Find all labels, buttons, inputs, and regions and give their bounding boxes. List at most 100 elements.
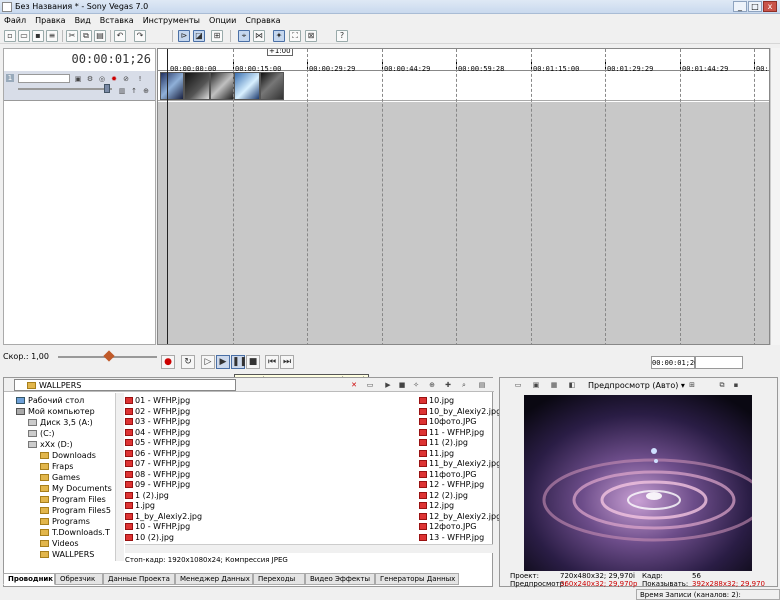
empty-timeline-area[interactable] [158,102,769,344]
open-file-icon[interactable]: ▭ [18,30,30,42]
file-item[interactable]: 06 - WFHP.jpg [125,449,190,458]
file-item[interactable]: 11_by_Alexiy2.jpg [419,459,501,468]
preview-quality-dropdown[interactable]: Предпросмотр (Авто) ▾ [588,381,685,390]
menu-insert[interactable]: Вставка [96,14,139,25]
auto-ripple-icon[interactable]: ✦ [273,30,285,42]
mute-icon[interactable]: ◎ [98,75,106,83]
go-to-start-button[interactable]: ⏮ [265,355,279,369]
tree-item[interactable]: Games [40,473,80,482]
record-button[interactable]: ● [161,355,175,369]
tree-item[interactable]: Fraps [40,462,73,471]
paste-icon[interactable]: ▤ [94,30,106,42]
tree-item[interactable]: (C:) [28,429,55,438]
tree-item[interactable]: Videos [40,539,79,548]
ignore-grouping-icon[interactable]: ⊠ [305,30,317,42]
expand-icon[interactable]: ▣ [74,75,82,83]
file-item[interactable]: 03 - WFHP.jpg [125,417,190,426]
tree-item[interactable]: T.Downloads.T [40,528,110,537]
copy-snapshot-icon[interactable]: ⧉ [718,381,726,389]
tab-trimmer[interactable]: Обрезчик [55,573,103,585]
file-item[interactable]: 11фото.JPG [419,470,476,479]
new-folder-icon[interactable]: ▭ [366,381,374,389]
copy-icon[interactable]: ⧉ [80,30,92,42]
delete-icon[interactable]: ✕ [350,381,358,389]
file-item[interactable]: 10 - WFHP.jpg [125,522,190,531]
media-clip[interactable] [260,72,284,100]
tree-item[interactable]: My Documents [40,484,112,493]
tree-item[interactable]: WALLPERS [40,550,94,559]
properties-icon[interactable]: ≡ [46,30,58,42]
file-item[interactable]: 1 (2).jpg [125,491,169,500]
add-to-project-icon[interactable]: ⊕ [428,381,436,389]
menu-view[interactable]: Вид [71,14,96,25]
tree-item[interactable]: Мой компьютер [16,407,95,416]
file-item[interactable]: 05 - WFHP.jpg [125,438,190,447]
tab-media-manager[interactable]: Менеджер Данных [175,573,253,585]
whats-this-help-icon[interactable]: ? [336,30,348,42]
track-level-knob[interactable] [104,84,110,93]
file-item[interactable]: 01 - WFHP.jpg [125,396,190,405]
envelope-tool-icon[interactable]: ◪ [193,30,205,42]
tab-explorer[interactable]: Проводник [3,573,55,585]
record-arm-icon[interactable]: ✹ [110,75,118,83]
effects-icon[interactable]: ⚙ [86,75,94,83]
folder-tree[interactable]: Рабочий стол Мой компьютер Диск 3,5 (A:)… [4,393,116,561]
close-button[interactable]: x [763,1,777,12]
arrow-up-icon[interactable]: ↑ [130,87,138,95]
menu-edit[interactable]: Правка [31,14,70,25]
tree-item[interactable]: Programs [40,517,90,526]
auto-crossfade-icon[interactable]: ⋈ [253,30,265,42]
file-item[interactable]: 09 - WFHP.jpg [125,480,190,489]
stop-button[interactable]: ■ [246,355,260,369]
media-clip[interactable] [160,72,184,100]
file-item[interactable]: 10.jpg [419,396,454,405]
file-item[interactable]: 04 - WFHP.jpg [125,428,190,437]
compositing-mode-icon[interactable]: ⊕ [142,87,150,95]
menu-file[interactable]: Файл [0,14,31,25]
menu-help[interactable]: Справка [241,14,285,25]
go-to-end-button[interactable]: ⏭ [280,355,294,369]
loop-playback-button[interactable]: ↻ [181,355,195,369]
timeline-vertical-scrollbar[interactable] [770,48,780,345]
track-name-input[interactable] [18,74,70,83]
play-from-start-button[interactable]: ▷ [201,355,215,369]
tree-item[interactable]: xXx (D:) [28,440,73,449]
file-item[interactable]: 10 (2).jpg [125,533,174,542]
snapping-icon[interactable]: ⌖ [238,30,250,42]
pause-button[interactable]: ❚❚ [231,355,247,369]
undo-icon[interactable]: ↶ [114,30,126,42]
speed-knob[interactable] [103,350,115,362]
timeline[interactable]: +1:00 00:00:00;00 00:00:15;00 00:00:29;2… [157,48,770,345]
file-item[interactable]: 11 (2).jpg [419,438,468,447]
time-ruler[interactable]: +1:00 00:00:00;00 00:00:15;00 00:00:29;2… [158,49,769,73]
media-clip[interactable] [184,72,210,100]
file-item[interactable]: 07 - WFHP.jpg [125,459,190,468]
tab-media-generators[interactable]: Генераторы Данных [375,573,459,585]
stop-preview-icon[interactable]: ■ [398,381,406,389]
file-item[interactable]: 1_by_Alexiy2.jpg [125,512,202,521]
menu-tools[interactable]: Инструменты [139,14,205,25]
video-track-lane[interactable] [158,71,769,101]
play-button[interactable]: ▶ [216,355,230,369]
file-list[interactable]: 01 - WFHP.jpg 02 - WFHP.jpg 03 - WFHP.jp… [125,393,501,543]
tree-item[interactable]: Downloads [40,451,96,460]
path-combo[interactable]: WALLPERS [14,379,236,391]
media-clip[interactable] [234,72,260,100]
file-item[interactable]: 11.jpg [419,449,454,458]
play-preview-icon[interactable]: ▶ [384,381,392,389]
no-entry-icon[interactable]: ⊘ [122,75,130,83]
file-item[interactable]: 10_by_Alexiy2.jpg [419,407,501,416]
menu-options[interactable]: Опции [205,14,241,25]
video-output-icon[interactable]: ▭ [514,381,522,389]
file-item[interactable]: 12.jpg [419,501,454,510]
playhead-cursor[interactable] [167,49,168,344]
redo-icon[interactable]: ↷ [134,30,146,42]
save-icon[interactable]: ▪ [32,30,44,42]
file-item[interactable]: 11 - WFHP.jpg [419,428,484,437]
media-clip[interactable] [210,72,234,100]
tab-video-fx[interactable]: Видео Эффекты [305,573,375,585]
maximize-button[interactable]: □ [748,1,762,12]
favorites-icon[interactable]: ✚ [444,381,452,389]
file-item[interactable]: 12 (2).jpg [419,491,468,500]
tree-item[interactable]: Program Files5 [40,506,111,515]
